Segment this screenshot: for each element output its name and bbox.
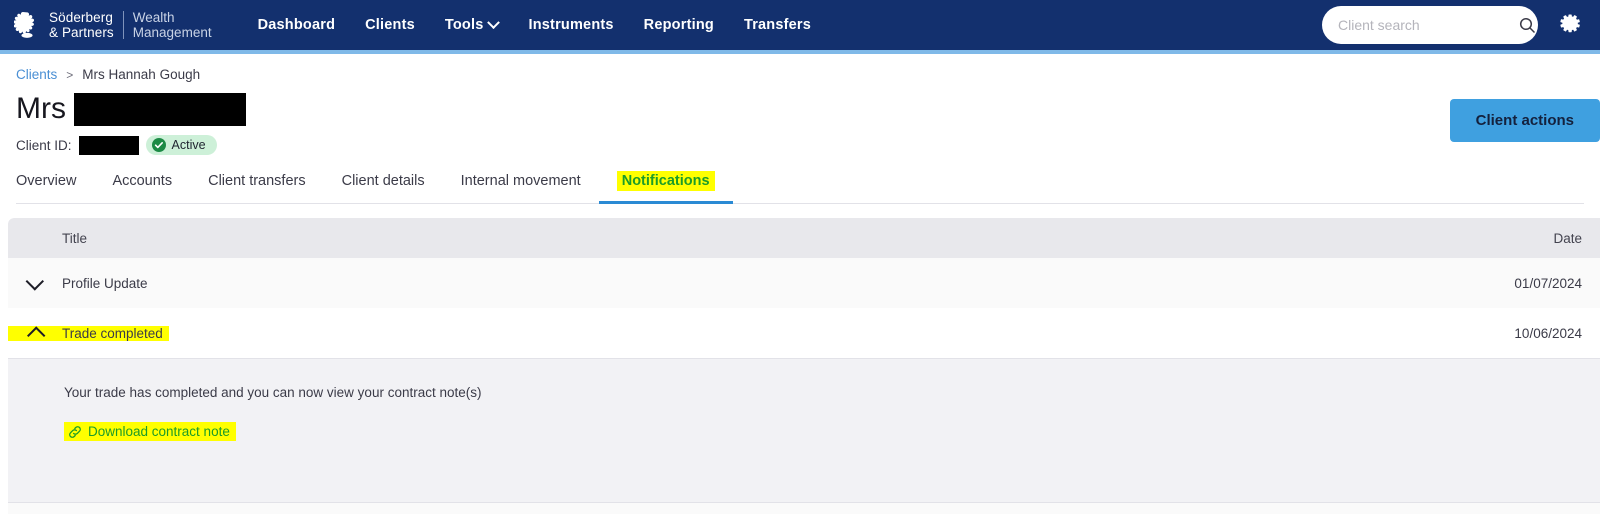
breadcrumb-current: Mrs Hannah Gough xyxy=(82,67,201,82)
table-row[interactable]: Profile Update 01/07/2024 xyxy=(8,258,1600,308)
main-nav: Dashboard Clients Tools Instruments Repo… xyxy=(258,15,811,33)
nav-label: Clients xyxy=(365,17,415,33)
tab-label: Internal movement xyxy=(460,173,581,189)
nav-item-transfers[interactable]: Transfers xyxy=(744,17,811,33)
chevron-down-icon[interactable] xyxy=(8,271,62,291)
table-row[interactable]: Trade completed 10/06/2024 xyxy=(8,308,1600,358)
brand-logo[interactable]: Söderberg & Partners Wealth Management xyxy=(13,10,212,40)
client-header: Mrs Client ID: Active Client actions xyxy=(16,91,1600,155)
search-input[interactable] xyxy=(1338,17,1519,33)
chevron-up-icon[interactable] xyxy=(8,325,62,345)
tab-label: Overview xyxy=(16,173,77,189)
brand-name: Söderberg & Partners xyxy=(49,10,114,40)
nav-item-instruments[interactable]: Instruments xyxy=(528,17,613,33)
tab-client-details[interactable]: Client details xyxy=(324,173,443,204)
check-circle-icon xyxy=(151,138,166,152)
notification-expanded-panel: Your trade has completed and you can now… xyxy=(8,358,1600,502)
nav-item-clients[interactable]: Clients xyxy=(365,17,415,33)
client-id-line: Client ID: Active xyxy=(16,135,1450,155)
client-identity: Mrs Client ID: Active xyxy=(16,91,1450,155)
client-id-label: Client ID: xyxy=(16,137,72,153)
page-body: Clients > Mrs Hannah Gough Mrs Client ID… xyxy=(0,54,1600,204)
expanded-body-text: Your trade has completed and you can now… xyxy=(64,385,482,400)
client-actions-button[interactable]: Client actions xyxy=(1449,99,1600,142)
column-header-date: Date xyxy=(1553,230,1582,246)
tab-notifications[interactable]: Notifications xyxy=(598,171,733,204)
table-next-row-partial xyxy=(8,502,1600,514)
client-tabs: Overview Accounts Client transfers Clien… xyxy=(16,171,1584,204)
nav-label: Transfers xyxy=(743,17,812,33)
column-header-title: Title xyxy=(62,230,88,246)
breadcrumb-separator: > xyxy=(66,67,74,82)
nav-item-reporting[interactable]: Reporting xyxy=(644,17,714,33)
nav-label: Tools xyxy=(444,17,484,33)
client-title-prefix: Mrs xyxy=(16,92,66,125)
notification-title: Trade completed xyxy=(62,325,163,341)
status-badge: Active xyxy=(145,135,217,155)
redacted-client-name xyxy=(73,92,246,126)
nav-label: Reporting xyxy=(643,17,714,33)
tab-accounts[interactable]: Accounts xyxy=(94,173,190,204)
brand-divider xyxy=(122,11,124,39)
notification-date: 01/07/2024 xyxy=(1514,275,1582,291)
page-title: Mrs xyxy=(16,91,1450,127)
tab-label: Accounts xyxy=(112,173,173,189)
search-icon[interactable] xyxy=(1519,17,1536,34)
brand-subtitle: Wealth Management xyxy=(132,10,212,40)
breadcrumb: Clients > Mrs Hannah Gough xyxy=(16,54,1584,82)
tab-label: Client details xyxy=(341,173,425,189)
tab-overview[interactable]: Overview xyxy=(16,173,94,204)
highlighted-row-label: Trade completed xyxy=(8,325,169,345)
tab-internal-movement[interactable]: Internal movement xyxy=(443,173,599,204)
notification-title: Profile Update xyxy=(62,275,148,291)
nav-label: Dashboard xyxy=(257,17,336,33)
notification-date: 10/06/2024 xyxy=(1514,325,1582,341)
nav-item-dashboard[interactable]: Dashboard xyxy=(258,17,336,33)
tab-label: Client transfers xyxy=(208,173,306,189)
download-contract-note-link[interactable]: Download contract note xyxy=(64,422,236,441)
soderberg-logo-icon xyxy=(13,11,40,39)
tab-label: Notifications xyxy=(616,171,715,191)
download-contract-note-label: Download contract note xyxy=(88,424,230,439)
top-right-controls xyxy=(1322,6,1586,44)
table-header-row: Title Date xyxy=(8,218,1600,258)
notifications-table: Title Date Profile Update 01/07/2024 Tra… xyxy=(8,218,1600,514)
client-search-box[interactable] xyxy=(1322,6,1538,44)
tab-client-transfers[interactable]: Client transfers xyxy=(190,173,324,204)
nav-item-tools[interactable]: Tools xyxy=(444,15,501,33)
nav-label: Instruments xyxy=(528,17,614,33)
redacted-client-id xyxy=(78,135,139,155)
status-badge-label: Active xyxy=(171,138,206,152)
breadcrumb-clients-link[interactable]: Clients xyxy=(16,67,57,82)
top-navigation-bar: Söderberg & Partners Wealth Management D… xyxy=(0,0,1600,50)
chevron-down-icon xyxy=(487,15,501,29)
link-icon xyxy=(68,425,82,439)
gear-icon[interactable] xyxy=(1560,12,1582,39)
